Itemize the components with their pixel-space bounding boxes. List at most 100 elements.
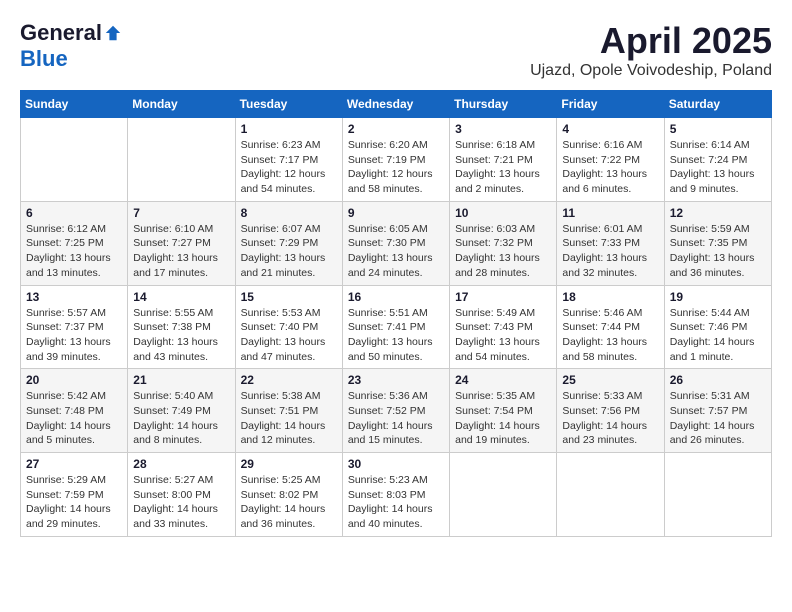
day-number: 23: [348, 373, 444, 387]
day-info: Sunrise: 6:10 AMSunset: 7:27 PMDaylight:…: [133, 222, 229, 281]
calendar-cell: 20 Sunrise: 5:42 AMSunset: 7:48 PMDayligh…: [21, 369, 128, 453]
day-info: Sunrise: 6:23 AMSunset: 7:17 PMDaylight:…: [241, 138, 337, 197]
day-number: 17: [455, 290, 551, 304]
calendar-cell: 19 Sunrise: 5:44 AMSunset: 7:46 PMDayligh…: [664, 285, 771, 369]
calendar-cell: 25 Sunrise: 5:33 AMSunset: 7:56 PMDayligh…: [557, 369, 664, 453]
day-info: Sunrise: 5:57 AMSunset: 7:37 PMDaylight:…: [26, 306, 122, 365]
day-header-saturday: Saturday: [664, 91, 771, 118]
calendar-cell: 10 Sunrise: 6:03 AMSunset: 7:32 PMDayligh…: [450, 201, 557, 285]
calendar-cell: 16 Sunrise: 5:51 AMSunset: 7:41 PMDayligh…: [342, 285, 449, 369]
day-info: Sunrise: 5:27 AMSunset: 8:00 PMDaylight:…: [133, 473, 229, 532]
day-info: Sunrise: 6:16 AMSunset: 7:22 PMDaylight:…: [562, 138, 658, 197]
day-number: 25: [562, 373, 658, 387]
calendar-cell: 17 Sunrise: 5:49 AMSunset: 7:43 PMDayligh…: [450, 285, 557, 369]
day-info: Sunrise: 6:12 AMSunset: 7:25 PMDaylight:…: [26, 222, 122, 281]
day-header-thursday: Thursday: [450, 91, 557, 118]
day-number: 16: [348, 290, 444, 304]
day-info: Sunrise: 5:44 AMSunset: 7:46 PMDaylight:…: [670, 306, 766, 365]
month-title: April 2025: [530, 20, 772, 62]
day-info: Sunrise: 6:07 AMSunset: 7:29 PMDaylight:…: [241, 222, 337, 281]
day-header-tuesday: Tuesday: [235, 91, 342, 118]
calendar-cell: 15 Sunrise: 5:53 AMSunset: 7:40 PMDayligh…: [235, 285, 342, 369]
day-number: 13: [26, 290, 122, 304]
calendar-cell: [664, 453, 771, 537]
calendar-cell: 3Sunrise: 6:18 AMSunset: 7:21 PMDaylight…: [450, 118, 557, 202]
day-number: 15: [241, 290, 337, 304]
day-info: Sunrise: 6:20 AMSunset: 7:19 PMDaylight:…: [348, 138, 444, 197]
day-header-wednesday: Wednesday: [342, 91, 449, 118]
day-info: Sunrise: 6:14 AMSunset: 7:24 PMDaylight:…: [670, 138, 766, 197]
calendar-cell: 14 Sunrise: 5:55 AMSunset: 7:38 PMDayligh…: [128, 285, 235, 369]
logo-blue-text: Blue: [20, 46, 68, 72]
day-info: Sunrise: 5:42 AMSunset: 7:48 PMDaylight:…: [26, 389, 122, 448]
calendar-cell: 26 Sunrise: 5:31 AMSunset: 7:57 PMDayligh…: [664, 369, 771, 453]
calendar-cell: 30 Sunrise: 5:23 AMSunset: 8:03 PMDayligh…: [342, 453, 449, 537]
day-info: Sunrise: 6:03 AMSunset: 7:32 PMDaylight:…: [455, 222, 551, 281]
calendar-cell: 11Sunrise: 6:01 AMSunset: 7:33 PMDayligh…: [557, 201, 664, 285]
day-info: Sunrise: 5:25 AMSunset: 8:02 PMDaylight:…: [241, 473, 337, 532]
day-info: Sunrise: 5:33 AMSunset: 7:56 PMDaylight:…: [562, 389, 658, 448]
day-info: Sunrise: 5:38 AMSunset: 7:51 PMDaylight:…: [241, 389, 337, 448]
day-header-friday: Friday: [557, 91, 664, 118]
day-info: Sunrise: 5:29 AMSunset: 7:59 PMDaylight:…: [26, 473, 122, 532]
day-info: Sunrise: 5:31 AMSunset: 7:57 PMDaylight:…: [670, 389, 766, 448]
day-number: 11: [562, 206, 658, 220]
calendar-cell: 13 Sunrise: 5:57 AMSunset: 7:37 PMDayligh…: [21, 285, 128, 369]
calendar-cell: 12 Sunrise: 5:59 AMSunset: 7:35 PMDayligh…: [664, 201, 771, 285]
location-subtitle: Ujazd, Opole Voivodeship, Poland: [530, 62, 772, 80]
calendar-cell: 27 Sunrise: 5:29 AMSunset: 7:59 PMDayligh…: [21, 453, 128, 537]
calendar-week-row: 27 Sunrise: 5:29 AMSunset: 7:59 PMDayligh…: [21, 453, 772, 537]
day-info: Sunrise: 5:53 AMSunset: 7:40 PMDaylight:…: [241, 306, 337, 365]
calendar-week-row: 20 Sunrise: 5:42 AMSunset: 7:48 PMDayligh…: [21, 369, 772, 453]
day-info: Sunrise: 5:55 AMSunset: 7:38 PMDaylight:…: [133, 306, 229, 365]
day-number: 6: [26, 206, 122, 220]
calendar-header-row: SundayMondayTuesdayWednesdayThursdayFrid…: [21, 91, 772, 118]
calendar-cell: 23 Sunrise: 5:36 AMSunset: 7:52 PMDayligh…: [342, 369, 449, 453]
day-number: 10: [455, 206, 551, 220]
day-number: 7: [133, 206, 229, 220]
day-header-monday: Monday: [128, 91, 235, 118]
calendar-cell: [557, 453, 664, 537]
day-number: 20: [26, 373, 122, 387]
day-number: 22: [241, 373, 337, 387]
calendar-table: SundayMondayTuesdayWednesdayThursdayFrid…: [20, 90, 772, 537]
day-number: 27: [26, 457, 122, 471]
day-number: 4: [562, 122, 658, 136]
day-info: Sunrise: 5:40 AMSunset: 7:49 PMDaylight:…: [133, 389, 229, 448]
day-info: Sunrise: 5:49 AMSunset: 7:43 PMDaylight:…: [455, 306, 551, 365]
day-info: Sunrise: 5:36 AMSunset: 7:52 PMDaylight:…: [348, 389, 444, 448]
calendar-cell: [21, 118, 128, 202]
day-info: Sunrise: 5:23 AMSunset: 8:03 PMDaylight:…: [348, 473, 444, 532]
day-header-sunday: Sunday: [21, 91, 128, 118]
day-number: 30: [348, 457, 444, 471]
day-number: 29: [241, 457, 337, 471]
day-number: 24: [455, 373, 551, 387]
calendar-cell: 8Sunrise: 6:07 AMSunset: 7:29 PMDaylight…: [235, 201, 342, 285]
calendar-cell: [450, 453, 557, 537]
calendar-week-row: 6 Sunrise: 6:12 AMSunset: 7:25 PMDaylight…: [21, 201, 772, 285]
day-info: Sunrise: 6:18 AMSunset: 7:21 PMDaylight:…: [455, 138, 551, 197]
day-number: 2: [348, 122, 444, 136]
day-info: Sunrise: 5:59 AMSunset: 7:35 PMDaylight:…: [670, 222, 766, 281]
calendar-cell: 6 Sunrise: 6:12 AMSunset: 7:25 PMDaylight…: [21, 201, 128, 285]
day-info: Sunrise: 5:51 AMSunset: 7:41 PMDaylight:…: [348, 306, 444, 365]
day-info: Sunrise: 5:35 AMSunset: 7:54 PMDaylight:…: [455, 389, 551, 448]
calendar-cell: 5Sunrise: 6:14 AMSunset: 7:24 PMDaylight…: [664, 118, 771, 202]
calendar-cell: [128, 118, 235, 202]
day-number: 19: [670, 290, 766, 304]
day-number: 26: [670, 373, 766, 387]
calendar-cell: 2 Sunrise: 6:20 AMSunset: 7:19 PMDaylight…: [342, 118, 449, 202]
calendar-cell: 24 Sunrise: 5:35 AMSunset: 7:54 PMDayligh…: [450, 369, 557, 453]
logo: General Blue: [20, 20, 122, 72]
calendar-week-row: 1 Sunrise: 6:23 AMSunset: 7:17 PMDaylight…: [21, 118, 772, 202]
day-number: 14: [133, 290, 229, 304]
calendar-cell: 29 Sunrise: 5:25 AMSunset: 8:02 PMDayligh…: [235, 453, 342, 537]
day-number: 12: [670, 206, 766, 220]
title-section: April 2025 Ujazd, Opole Voivodeship, Pol…: [530, 20, 772, 80]
calendar-cell: 9Sunrise: 6:05 AMSunset: 7:30 PMDaylight…: [342, 201, 449, 285]
day-info: Sunrise: 5:46 AMSunset: 7:44 PMDaylight:…: [562, 306, 658, 365]
calendar-week-row: 13 Sunrise: 5:57 AMSunset: 7:37 PMDayligh…: [21, 285, 772, 369]
calendar-cell: 7 Sunrise: 6:10 AMSunset: 7:27 PMDaylight…: [128, 201, 235, 285]
day-info: Sunrise: 6:05 AMSunset: 7:30 PMDaylight:…: [348, 222, 444, 281]
day-number: 1: [241, 122, 337, 136]
